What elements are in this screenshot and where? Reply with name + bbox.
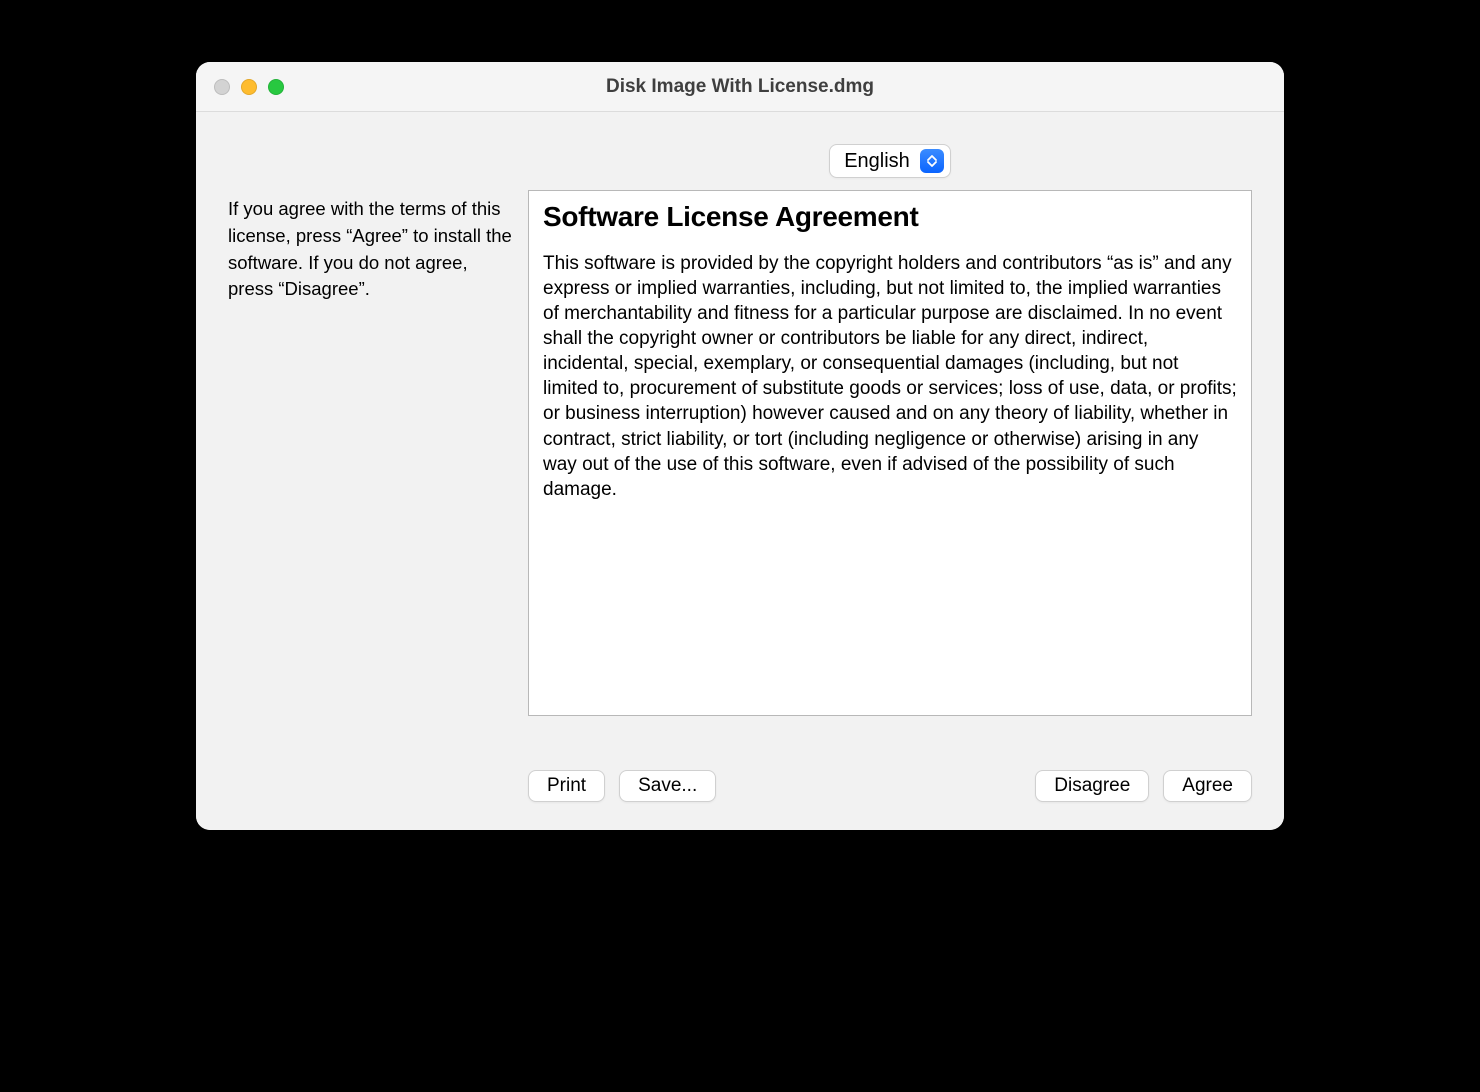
content-area: English If you agree with the terms of t…	[196, 112, 1284, 830]
window-title: Disk Image With License.dmg	[196, 76, 1284, 98]
button-group-left: Print Save...	[528, 770, 716, 802]
chevron-up-down-icon	[920, 149, 944, 173]
minimize-window-button[interactable]	[241, 79, 257, 95]
disagree-button[interactable]: Disagree	[1035, 770, 1149, 802]
language-select[interactable]: English	[829, 144, 951, 178]
maximize-window-button[interactable]	[268, 79, 284, 95]
language-selected-label: English	[844, 150, 920, 173]
close-window-button[interactable]	[214, 79, 230, 95]
traffic-lights	[214, 79, 284, 95]
language-row: English	[228, 144, 1252, 178]
license-text-area[interactable]: Software License Agreement This software…	[528, 190, 1252, 716]
license-heading: Software License Agreement	[543, 201, 1237, 233]
save-button[interactable]: Save...	[619, 770, 716, 802]
agree-button[interactable]: Agree	[1163, 770, 1252, 802]
license-body: This software is provided by the copyrig…	[543, 251, 1237, 502]
button-group-right: Disagree Agree	[1035, 770, 1252, 802]
print-button[interactable]: Print	[528, 770, 605, 802]
dialog-window: Disk Image With License.dmg English If y…	[196, 62, 1284, 830]
titlebar: Disk Image With License.dmg	[196, 62, 1284, 112]
body-row: If you agree with the terms of this lice…	[228, 190, 1252, 742]
button-row: Print Save... Disagree Agree	[228, 770, 1252, 802]
instructions-text: If you agree with the terms of this lice…	[228, 190, 522, 742]
